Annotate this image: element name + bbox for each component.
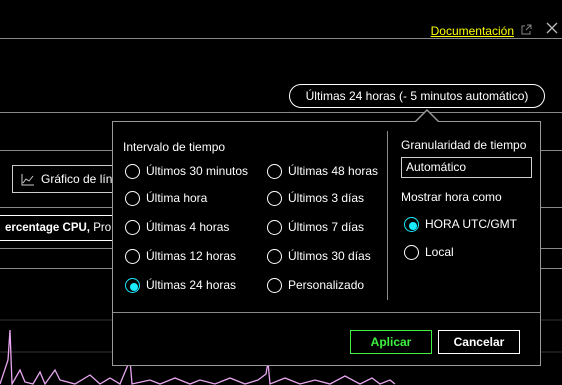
external-link-icon <box>521 24 532 35</box>
radio-circle <box>267 249 282 264</box>
radio-circle <box>125 191 140 206</box>
radio-label: Última hora <box>146 191 208 205</box>
radio-label: Últimas 12 horas <box>146 249 237 263</box>
radio-label: Últimos 3 días <box>288 191 365 205</box>
granularity-select[interactable]: Automático <box>401 157 532 178</box>
radio-dot <box>129 282 138 291</box>
metric-rest: Pro <box>90 222 112 234</box>
radio-label: Últimas 24 horas <box>146 278 237 292</box>
metric-name: ercentage CPU, <box>5 222 91 234</box>
radio-circle <box>125 249 140 264</box>
radio-circle <box>267 191 282 206</box>
panel-column-divider <box>387 131 388 300</box>
radio-circle <box>404 217 419 232</box>
top-bar: Documentación <box>0 0 562 39</box>
documentation-link[interactable]: Documentación <box>431 24 514 38</box>
radio-label: Últimos 30 minutos <box>146 164 249 178</box>
granularity-label: Granularidad de tiempo <box>401 138 527 152</box>
radio-label: Últimos 7 días <box>288 220 365 234</box>
radio-label: Personalizado <box>288 278 365 292</box>
radio-circle <box>267 220 282 235</box>
radio-label: Local <box>425 245 454 259</box>
chart-type-button[interactable]: Gráfico de lín <box>12 165 122 193</box>
radio-label: Últimas 4 horas <box>146 220 230 234</box>
cancel-button[interactable]: Cancelar <box>438 330 520 354</box>
time-range-button[interactable]: Últimas 24 horas (- 5 minutos automático… <box>289 84 545 108</box>
radio-circle <box>267 164 282 179</box>
radio-circle <box>267 278 282 293</box>
radio-label: Últimas 48 horas <box>288 164 379 178</box>
metric-pill[interactable]: ercentage CPU, Pro <box>0 215 122 241</box>
chart-type-label: Gráfico de lín <box>41 172 113 186</box>
radio-circle <box>125 220 140 235</box>
radio-circle <box>125 164 140 179</box>
radio-label: Últimos 30 días <box>288 249 371 263</box>
panel-footer-divider <box>113 312 540 313</box>
show-time-label: Mostrar hora como <box>401 190 502 204</box>
interval-label: Intervalo de tiempo <box>123 140 226 154</box>
line-chart-icon <box>21 174 34 186</box>
panel-caret-inner <box>416 111 438 122</box>
radio-circle <box>404 245 419 260</box>
apply-button[interactable]: Aplicar <box>350 330 432 354</box>
radio-label: HORA UTC/GMT <box>425 217 517 231</box>
radio-dot <box>408 221 417 230</box>
radio-circle <box>125 278 140 293</box>
close-icon[interactable] <box>545 21 559 35</box>
